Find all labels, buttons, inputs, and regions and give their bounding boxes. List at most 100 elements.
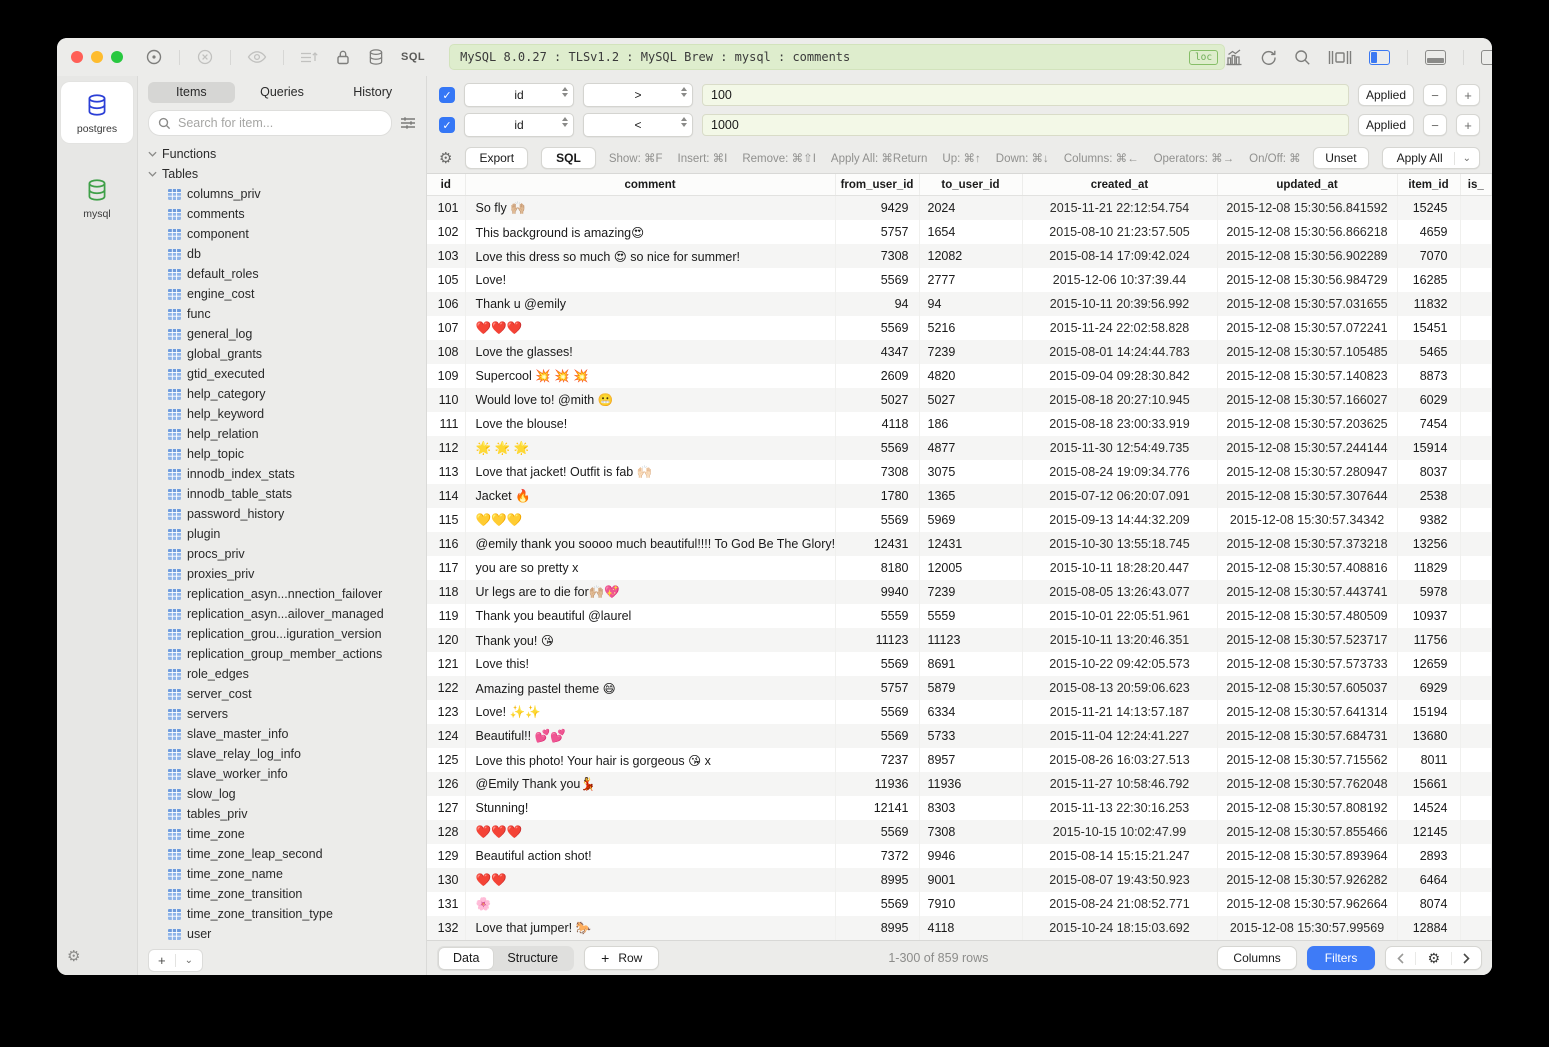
- cell-comment[interactable]: Thank you! 😘: [465, 628, 835, 652]
- table-row[interactable]: 110 Would love to! @mith 😬 5027 5027 201…: [427, 388, 1492, 412]
- filter-enabled-checkbox[interactable]: ✓: [439, 87, 455, 103]
- cell-item-id[interactable]: 11756: [1397, 628, 1460, 652]
- lock-icon[interactable]: [335, 49, 351, 66]
- cell-created-at[interactable]: 2015-11-13 22:30:16.253: [1022, 796, 1217, 820]
- cell-created-at[interactable]: 2015-09-13 14:44:32.209: [1022, 508, 1217, 532]
- cell-id[interactable]: 118: [427, 580, 465, 604]
- cell-comment[interactable]: ❤️❤️: [465, 868, 835, 892]
- unset-button[interactable]: Unset: [1313, 147, 1368, 169]
- apply-all-button[interactable]: Apply All ⌄: [1382, 147, 1480, 169]
- cell-from-user-id[interactable]: 94: [835, 292, 919, 316]
- cell-is[interactable]: [1460, 460, 1492, 484]
- cell-is[interactable]: [1460, 436, 1492, 460]
- cell-updated-at[interactable]: 2015-12-08 15:30:57.307644: [1217, 484, 1397, 508]
- previous-page-icon[interactable]: [1386, 947, 1415, 969]
- cell-created-at[interactable]: 2015-11-30 12:54:49.735: [1022, 436, 1217, 460]
- cell-created-at[interactable]: 2015-08-07 19:43:50.923: [1022, 868, 1217, 892]
- remove-filter-button[interactable]: −: [1423, 84, 1447, 106]
- cell-id[interactable]: 132: [427, 916, 465, 940]
- table-row[interactable]: 121 Love this! 5569 8691 2015-10-22 09:4…: [427, 652, 1492, 676]
- cell-item-id[interactable]: 16285: [1397, 268, 1460, 292]
- settings-gear-icon[interactable]: ⚙: [67, 947, 80, 965]
- cell-comment[interactable]: This background is amazing😍: [465, 220, 835, 244]
- cell-item-id[interactable]: 11832: [1397, 292, 1460, 316]
- cell-item-id[interactable]: 15245: [1397, 196, 1460, 221]
- sidebar-item-table[interactable]: component: [148, 224, 426, 244]
- applied-button[interactable]: Applied: [1358, 84, 1414, 106]
- cell-id[interactable]: 121: [427, 652, 465, 676]
- refresh-icon[interactable]: [1260, 49, 1277, 66]
- cell-to-user-id[interactable]: 5027: [919, 388, 1022, 412]
- cell-comment[interactable]: Love this!: [465, 652, 835, 676]
- filter-sliders-icon[interactable]: [400, 116, 416, 130]
- column-header-id[interactable]: id: [427, 174, 465, 196]
- sidebar-item-table[interactable]: slave_worker_info: [148, 764, 426, 784]
- cell-updated-at[interactable]: 2015-12-08 15:30:57.573733: [1217, 652, 1397, 676]
- add-item-chevron[interactable]: ⌄: [176, 950, 202, 971]
- cell-id[interactable]: 103: [427, 244, 465, 268]
- cell-id[interactable]: 128: [427, 820, 465, 844]
- cell-updated-at[interactable]: 2015-12-08 15:30:57.280947: [1217, 460, 1397, 484]
- cell-id[interactable]: 122: [427, 676, 465, 700]
- cell-item-id[interactable]: 10937: [1397, 604, 1460, 628]
- cell-created-at[interactable]: 2015-07-12 06:20:07.091: [1022, 484, 1217, 508]
- cell-comment[interactable]: 💛💛💛: [465, 508, 835, 532]
- table-row[interactable]: 123 Love! ✨✨ 5569 6334 2015-11-21 14:13:…: [427, 700, 1492, 724]
- cell-item-id[interactable]: 11829: [1397, 556, 1460, 580]
- column-header-is[interactable]: is_: [1460, 174, 1492, 196]
- column-header-to-user-id[interactable]: to_user_id: [919, 174, 1022, 196]
- cell-updated-at[interactable]: 2015-12-08 15:30:57.203625: [1217, 412, 1397, 436]
- cell-is[interactable]: [1460, 364, 1492, 388]
- cell-comment[interactable]: Would love to! @mith 😬: [465, 388, 835, 412]
- cell-is[interactable]: [1460, 388, 1492, 412]
- cell-to-user-id[interactable]: 12082: [919, 244, 1022, 268]
- sidebar-item-table[interactable]: help_keyword: [148, 404, 426, 424]
- cell-to-user-id[interactable]: 5733: [919, 724, 1022, 748]
- cell-updated-at[interactable]: 2015-12-08 15:30:56.984729: [1217, 268, 1397, 292]
- cell-item-id[interactable]: 8037: [1397, 460, 1460, 484]
- cell-is[interactable]: [1460, 556, 1492, 580]
- cell-item-id[interactable]: 14524: [1397, 796, 1460, 820]
- toggle-bottom-panel-icon[interactable]: [1425, 50, 1446, 65]
- minimize-window-button[interactable]: [91, 51, 103, 63]
- cell-comment[interactable]: @Emily Thank you💃: [465, 772, 835, 796]
- filter-value-input[interactable]: [702, 114, 1349, 136]
- chart-icon[interactable]: [1225, 49, 1243, 66]
- cell-item-id[interactable]: 6929: [1397, 676, 1460, 700]
- cell-id[interactable]: 102: [427, 220, 465, 244]
- search-icon[interactable]: [1294, 49, 1311, 66]
- cell-item-id[interactable]: 5978: [1397, 580, 1460, 604]
- sidebar-item-table[interactable]: time_zone_transition: [148, 884, 426, 904]
- connection-postgres[interactable]: postgres: [61, 82, 133, 143]
- column-header-from-user-id[interactable]: from_user_id: [835, 174, 919, 196]
- cell-created-at[interactable]: 2015-10-11 18:28:20.447: [1022, 556, 1217, 580]
- cell-item-id[interactable]: 2538: [1397, 484, 1460, 508]
- sidebar-item-table[interactable]: innodb_index_stats: [148, 464, 426, 484]
- cell-comment[interactable]: you are so pretty x: [465, 556, 835, 580]
- cell-is[interactable]: [1460, 316, 1492, 340]
- cell-id[interactable]: 124: [427, 724, 465, 748]
- filter-value-input[interactable]: [702, 84, 1349, 106]
- cell-is[interactable]: [1460, 868, 1492, 892]
- zoom-window-button[interactable]: [111, 51, 123, 63]
- cell-is[interactable]: [1460, 772, 1492, 796]
- cell-comment[interactable]: 🌸: [465, 892, 835, 916]
- cell-item-id[interactable]: 12884: [1397, 916, 1460, 940]
- cell-to-user-id[interactable]: 3075: [919, 460, 1022, 484]
- table-row[interactable]: 126 @Emily Thank you💃 11936 11936 2015-1…: [427, 772, 1492, 796]
- cell-updated-at[interactable]: 2015-12-08 15:30:57.443741: [1217, 580, 1397, 604]
- cell-updated-at[interactable]: 2015-12-08 15:30:57.373218: [1217, 532, 1397, 556]
- cell-from-user-id[interactable]: 9429: [835, 196, 919, 221]
- close-window-button[interactable]: [71, 51, 83, 63]
- cell-comment[interactable]: Beautiful action shot!: [465, 844, 835, 868]
- connect-icon[interactable]: [145, 48, 163, 66]
- next-page-icon[interactable]: [1452, 947, 1481, 969]
- cell-id[interactable]: 117: [427, 556, 465, 580]
- cell-to-user-id[interactable]: 2024: [919, 196, 1022, 221]
- cell-id[interactable]: 109: [427, 364, 465, 388]
- cell-to-user-id[interactable]: 94: [919, 292, 1022, 316]
- tab-history[interactable]: History: [329, 82, 416, 103]
- cell-updated-at[interactable]: 2015-12-08 15:30:57.762048: [1217, 772, 1397, 796]
- search-input[interactable]: [176, 115, 382, 131]
- cell-from-user-id[interactable]: 5569: [835, 316, 919, 340]
